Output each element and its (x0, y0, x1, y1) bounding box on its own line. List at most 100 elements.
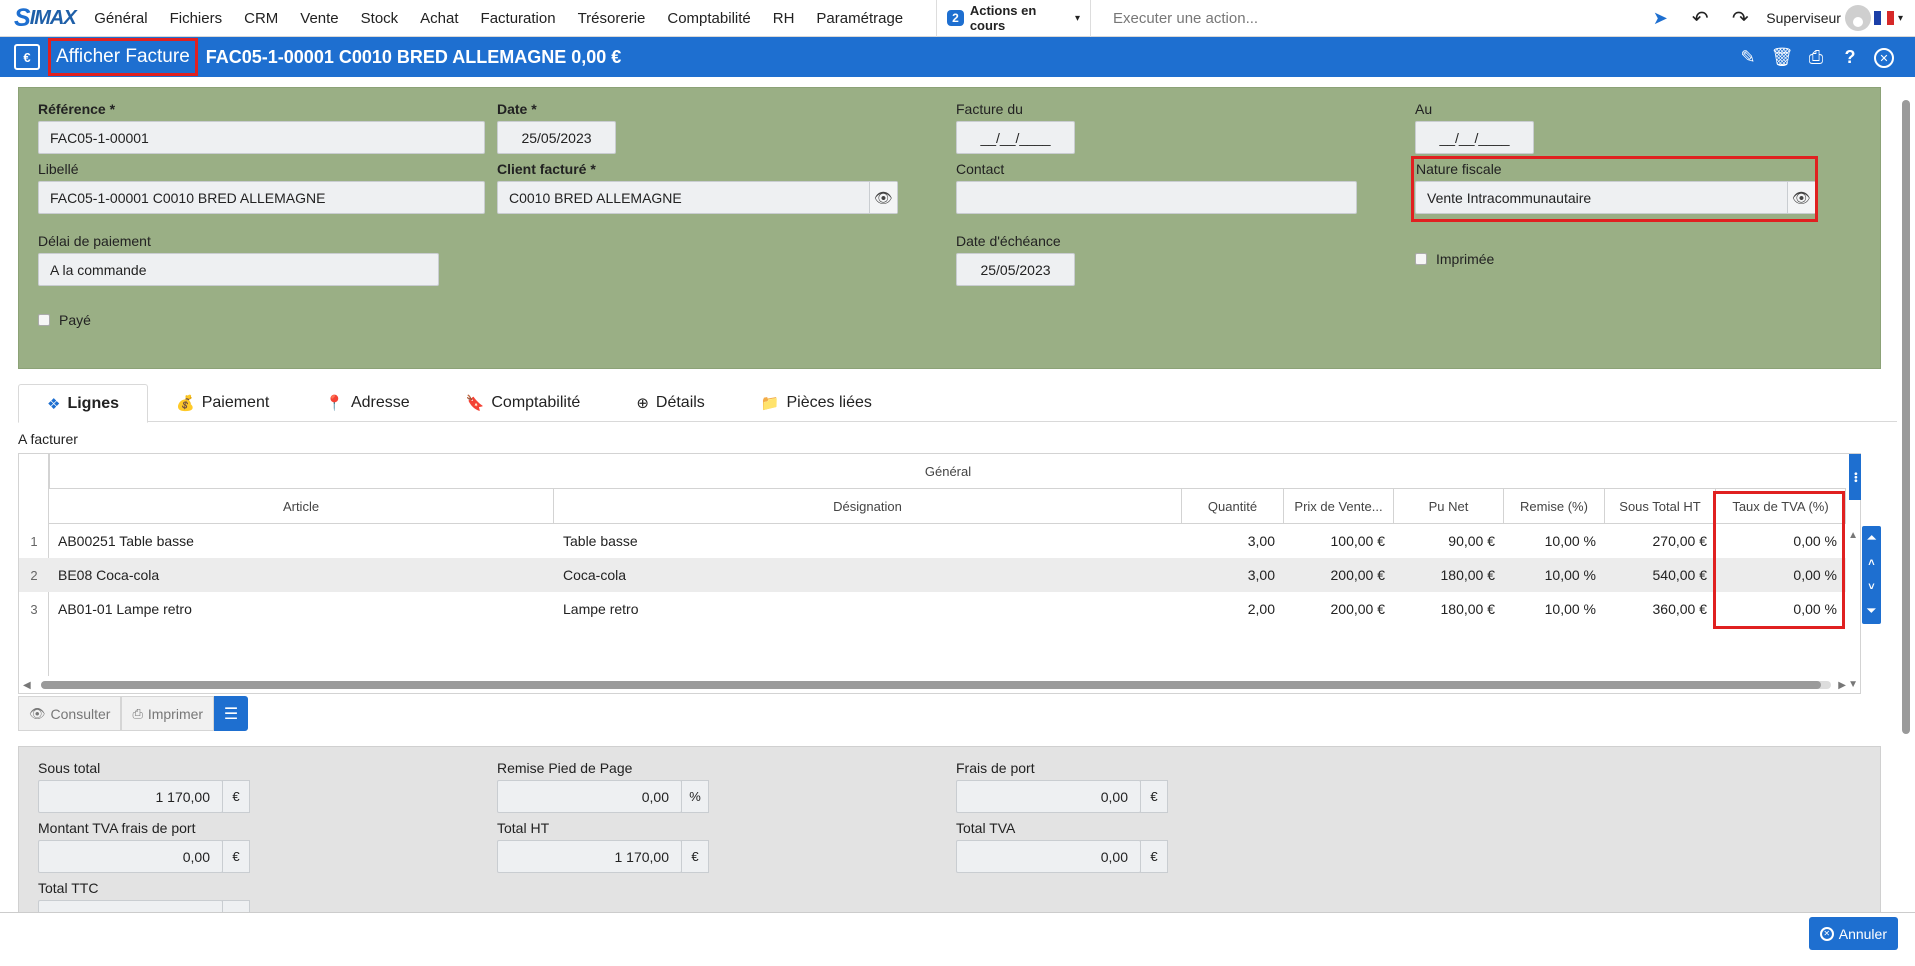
previous-row-icon[interactable]: ˄ (1868, 557, 1874, 569)
print-icon[interactable]: ⎙ (1799, 47, 1833, 68)
last-row-icon[interactable]: ⏷ (1867, 605, 1876, 618)
eye-icon[interactable]: 👁 (869, 182, 897, 213)
redo-icon[interactable]: ↷ (1720, 0, 1760, 37)
scroll-up-arrow[interactable]: ▲ (1848, 530, 1858, 541)
menu-facturation[interactable]: Facturation (470, 10, 567, 27)
trash-icon[interactable]: 🗑 (1765, 47, 1799, 68)
col-header-pu-net[interactable]: Pu Net (1394, 489, 1504, 524)
total-ht-input[interactable]: 1 170,00 (497, 840, 682, 873)
cell-quantite[interactable]: 3,00 (1182, 567, 1284, 583)
cell-article[interactable]: BE08 Coca-cola (49, 567, 554, 583)
tab-lignes[interactable]: ❖ Lignes (18, 384, 149, 423)
grid-menu-button[interactable]: ☰ (214, 696, 249, 731)
col-header-designation[interactable]: Désignation (554, 489, 1182, 524)
send-icon[interactable]: ➤ (1640, 0, 1680, 37)
table-row[interactable]: 2 BE08 Coca-cola Coca-cola 3,00 200,00 €… (19, 558, 1846, 592)
undo-icon[interactable]: ↶ (1680, 0, 1720, 37)
chevron-down-icon: ▾ (1897, 12, 1903, 24)
cell-pu-net[interactable]: 90,00 € (1394, 533, 1504, 549)
grid-column-menu-button[interactable]: ••• (1849, 454, 1861, 500)
client-facture-input[interactable]: C0010 BRED ALLEMAGNE 👁 (497, 181, 898, 214)
frais-port-input[interactable]: 0,00 (956, 780, 1141, 813)
col-header-article[interactable]: Article (49, 489, 554, 524)
tab-details[interactable]: ⊕ Détails (608, 384, 732, 422)
remise-pied-input[interactable]: 0,00 (497, 780, 682, 813)
next-row-icon[interactable]: ˅ (1868, 581, 1874, 593)
user-menu[interactable]: Superviseur ▾ (1766, 5, 1903, 31)
sous-total-input[interactable]: 1 170,00 (38, 780, 223, 813)
menu-general[interactable]: Général (83, 10, 158, 27)
menu-tresorerie[interactable]: Trésorerie (567, 10, 657, 27)
highlight-nature-fiscale (1411, 156, 1818, 222)
menu-crm[interactable]: CRM (233, 10, 289, 27)
actions-en-cours-button[interactable]: 2 Actions en cours ▾ (936, 0, 1091, 37)
cell-pu-net[interactable]: 180,00 € (1394, 601, 1504, 617)
scroll-right-arrow[interactable]: ▶ (1838, 680, 1846, 691)
horizontal-scrollbar[interactable] (41, 681, 1831, 689)
page-title-bar: € Afficher Facture FAC05-1-00001 C0010 B… (0, 37, 1915, 77)
scroll-left-arrow[interactable]: ◀ (23, 680, 31, 691)
cell-designation[interactable]: Coca-cola (554, 567, 1182, 583)
cell-remise[interactable]: 10,00 % (1504, 567, 1605, 583)
facture-du-input[interactable]: __/__/____ (956, 121, 1075, 154)
table-row[interactable]: 3 AB01-01 Lampe retro Lampe retro 2,00 2… (19, 592, 1846, 626)
edit-pencil-icon[interactable]: ✎ (1731, 47, 1765, 68)
cell-designation[interactable]: Lampe retro (554, 601, 1182, 617)
date-echeance-input[interactable]: 25/05/2023 (956, 253, 1075, 286)
scroll-down-arrow[interactable]: ▼ (1848, 679, 1858, 690)
cell-prix-vente[interactable]: 100,00 € (1284, 533, 1394, 549)
french-flag-icon[interactable] (1873, 11, 1894, 25)
libelle-input[interactable]: FAC05-1-00001 C0010 BRED ALLEMAGNE (38, 181, 485, 214)
help-icon[interactable]: ? (1833, 47, 1867, 68)
consulter-button[interactable]: 👁 Consulter (18, 696, 122, 731)
date-input[interactable]: 25/05/2023 (497, 121, 616, 154)
app-logo[interactable]: S IMAX (0, 0, 83, 37)
total-tva-input[interactable]: 0,00 (956, 840, 1141, 873)
cell-sous-total-ht[interactable]: 270,00 € (1605, 533, 1716, 549)
imprimer-button[interactable]: ⎙ Imprimer (121, 696, 215, 731)
menu-parametrage[interactable]: Paramétrage (805, 10, 914, 27)
table-row[interactable]: 1 AB00251 Table basse Table basse 3,00 1… (19, 524, 1846, 558)
cell-article[interactable]: AB01-01 Lampe retro (49, 601, 554, 617)
montant-tva-frais-input[interactable]: 0,00 (38, 840, 223, 873)
vertical-scrollbar[interactable] (1902, 100, 1910, 734)
tab-adresse[interactable]: 📍 Adresse (297, 384, 437, 422)
menu-vente[interactable]: Vente (289, 10, 349, 27)
cell-prix-vente[interactable]: 200,00 € (1284, 567, 1394, 583)
cell-quantite[interactable]: 2,00 (1182, 601, 1284, 617)
cell-remise[interactable]: 10,00 % (1504, 601, 1605, 617)
imprimee-checkbox[interactable] (1415, 253, 1427, 265)
paye-checkbox-row[interactable]: Payé (38, 312, 91, 328)
cell-pu-net[interactable]: 180,00 € (1394, 567, 1504, 583)
col-header-quantite[interactable]: Quantité (1182, 489, 1284, 524)
first-row-icon[interactable]: ⏶ (1867, 532, 1876, 545)
cell-quantite[interactable]: 3,00 (1182, 533, 1284, 549)
col-header-prix-vente[interactable]: Prix de Vente... (1284, 489, 1394, 524)
close-icon[interactable]: ✕ (1874, 48, 1894, 69)
cell-sous-total-ht[interactable]: 540,00 € (1605, 567, 1716, 583)
au-input[interactable]: __/__/____ (1415, 121, 1534, 154)
execute-action-input[interactable] (1100, 3, 1641, 33)
cell-article[interactable]: AB00251 Table basse (49, 533, 554, 549)
tab-paiement[interactable]: 💰 Paiement (148, 384, 297, 422)
col-header-sous-total-ht[interactable]: Sous Total HT (1605, 489, 1716, 524)
tab-comptabilite[interactable]: 🔖 Comptabilité (438, 384, 609, 422)
cell-prix-vente[interactable]: 200,00 € (1284, 601, 1394, 617)
cell-remise[interactable]: 10,00 % (1504, 533, 1605, 549)
delai-paiement-input[interactable]: A la commande (38, 253, 439, 286)
paye-checkbox[interactable] (38, 314, 50, 326)
scrollbar-thumb[interactable] (41, 681, 1821, 689)
menu-achat[interactable]: Achat (409, 10, 469, 27)
reference-input[interactable]: FAC05-1-00001 (38, 121, 485, 154)
menu-comptabilite[interactable]: Comptabilité (656, 10, 761, 27)
contact-input[interactable] (956, 181, 1357, 214)
col-header-remise[interactable]: Remise (%) (1504, 489, 1605, 524)
cell-designation[interactable]: Table basse (554, 533, 1182, 549)
cell-sous-total-ht[interactable]: 360,00 € (1605, 601, 1716, 617)
menu-stock[interactable]: Stock (350, 10, 410, 27)
imprimee-checkbox-row[interactable]: Imprimée (1415, 251, 1494, 267)
menu-fichiers[interactable]: Fichiers (159, 10, 234, 27)
tab-pieces-liees[interactable]: 📁 Pièces liées (733, 384, 900, 422)
menu-rh[interactable]: RH (762, 10, 806, 27)
annuler-button[interactable]: ✕ Annuler (1808, 917, 1898, 950)
